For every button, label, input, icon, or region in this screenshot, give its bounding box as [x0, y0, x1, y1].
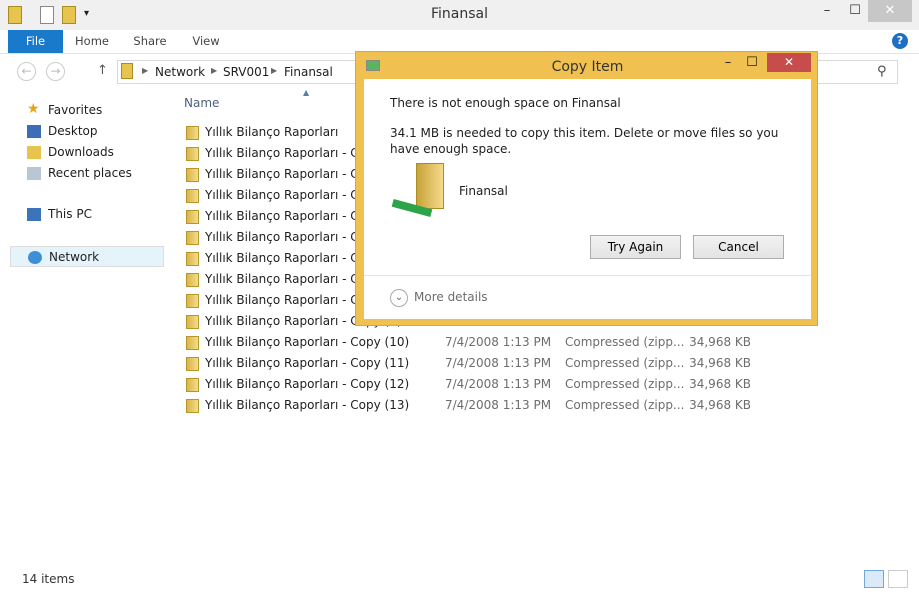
help-icon[interactable]: ?	[892, 33, 908, 49]
navigation-pane: ★ Favorites Desktop Downloads Recent plac…	[0, 95, 165, 565]
zip-folder-icon	[186, 189, 199, 203]
cancel-button[interactable]: Cancel	[693, 235, 784, 259]
zip-folder-icon	[186, 336, 199, 350]
zip-folder-icon	[186, 315, 199, 329]
zip-folder-icon	[186, 147, 199, 161]
dialog-heading: There is not enough space on Finansal	[390, 96, 621, 110]
breadcrumb-finansal[interactable]: Finansal	[284, 65, 333, 79]
tab-share[interactable]: Share	[128, 30, 172, 53]
status-item-count: 14 items	[22, 572, 75, 586]
downloads-icon	[27, 146, 41, 159]
nav-label: Downloads	[48, 145, 114, 159]
file-name: Yıllık Bilanço Raporları - Copy (10)	[205, 335, 410, 349]
file-type: Compressed (zipp...	[565, 356, 685, 370]
dialog-maximize-button[interactable]: ☐	[740, 55, 764, 70]
tab-home[interactable]: Home	[70, 30, 114, 53]
nav-label: Network	[49, 250, 100, 264]
drive-name: Finansal	[459, 184, 508, 198]
file-row[interactable]: Yıllık Bilanço Raporları - Copy (13) 7/4/…	[184, 395, 764, 416]
zip-folder-icon	[186, 210, 199, 224]
zip-folder-icon	[186, 399, 199, 413]
computer-icon	[27, 208, 41, 221]
dialog-close-button[interactable]: ✕	[767, 53, 811, 72]
desktop-icon	[27, 125, 41, 138]
tab-file[interactable]: File	[8, 30, 63, 53]
file-size: 34,968 KB	[689, 377, 751, 391]
dialog-body: There is not enough space on Finansal 34…	[364, 79, 811, 319]
back-button[interactable]: ←	[17, 62, 36, 81]
file-name: Yıllık Bilanço Raporları	[205, 125, 339, 139]
star-icon: ★	[27, 101, 40, 117]
sort-ascending-icon: ▲	[303, 88, 310, 97]
file-name: Yıllık Bilanço Raporları - Copy (12)	[205, 377, 410, 391]
column-header-name[interactable]: Name	[184, 96, 219, 110]
breadcrumb-network[interactable]: Network	[155, 65, 205, 79]
file-size: 34,968 KB	[689, 356, 751, 370]
nav-downloads[interactable]: Downloads	[10, 142, 164, 163]
maximize-button[interactable]: ☐	[840, 0, 870, 22]
dialog-message: 34.1 MB is needed to copy this item. Del…	[390, 126, 779, 156]
zip-folder-icon	[186, 273, 199, 287]
try-again-button[interactable]: Try Again	[590, 235, 681, 259]
recent-places-icon	[27, 167, 41, 180]
file-size: 34,968 KB	[689, 335, 751, 349]
nav-label: This PC	[48, 207, 92, 221]
nav-network[interactable]: Network	[10, 246, 164, 267]
nav-recent-places[interactable]: Recent places	[10, 163, 164, 184]
large-icons-view-button[interactable]	[888, 570, 908, 588]
file-row[interactable]: Yıllık Bilanço Raporları - Copy (11) 7/4/…	[184, 353, 764, 374]
more-details-link[interactable]: More details	[414, 290, 488, 304]
file-name: Yıllık Bilanço Raporları - Copy (11)	[205, 356, 410, 370]
file-size: 34,968 KB	[689, 398, 751, 412]
nav-label: Desktop	[48, 124, 98, 138]
title-bar: ▾ Finansal – ☐ ✕	[0, 0, 919, 30]
file-date: 7/4/2008 1:13 PM	[445, 335, 552, 349]
file-type: Compressed (zipp...	[565, 377, 685, 391]
tab-view[interactable]: View	[184, 30, 228, 53]
copy-item-dialog: Copy Item – ☐ ✕ There is not enough spac…	[355, 51, 818, 326]
nav-this-pc[interactable]: This PC	[10, 204, 164, 225]
zip-folder-icon	[186, 231, 199, 245]
file-type: Compressed (zipp...	[565, 398, 685, 412]
minimize-button[interactable]: –	[812, 0, 842, 22]
breadcrumb-srv001[interactable]: SRV001	[223, 65, 269, 79]
zip-folder-icon	[186, 378, 199, 392]
network-icon	[28, 251, 42, 264]
zip-folder-icon	[186, 126, 199, 140]
details-view-button[interactable]	[864, 570, 884, 588]
zip-folder-icon	[186, 252, 199, 266]
file-date: 7/4/2008 1:13 PM	[445, 356, 552, 370]
dialog-minimize-button[interactable]: –	[716, 55, 740, 70]
window-title: Finansal	[430, 6, 488, 22]
file-name: Yıllık Bilanço Raporları - Copy (13)	[205, 398, 410, 412]
nav-favorites[interactable]: ★ Favorites	[10, 100, 164, 121]
file-row[interactable]: Yıllık Bilanço Raporları - Copy (10) 7/4/…	[184, 332, 764, 353]
nav-label: Recent places	[48, 166, 132, 180]
forward-button[interactable]: →	[46, 62, 65, 81]
zip-folder-icon	[186, 168, 199, 182]
nav-desktop[interactable]: Desktop	[10, 121, 164, 142]
network-folder-icon	[416, 163, 444, 209]
nav-label: Favorites	[48, 103, 103, 117]
search-icon: ⚲	[877, 64, 887, 79]
file-date: 7/4/2008 1:13 PM	[445, 398, 552, 412]
up-button[interactable]: ↑	[97, 63, 108, 78]
network-location-icon	[121, 63, 133, 79]
zip-folder-icon	[186, 294, 199, 308]
file-row[interactable]: Yıllık Bilanço Raporları - Copy (12) 7/4/…	[184, 374, 764, 395]
chevron-down-icon[interactable]: ⌄	[390, 289, 408, 307]
file-date: 7/4/2008 1:13 PM	[445, 377, 552, 391]
zip-folder-icon	[186, 357, 199, 371]
close-button[interactable]: ✕	[868, 0, 912, 22]
file-type: Compressed (zipp...	[565, 335, 685, 349]
